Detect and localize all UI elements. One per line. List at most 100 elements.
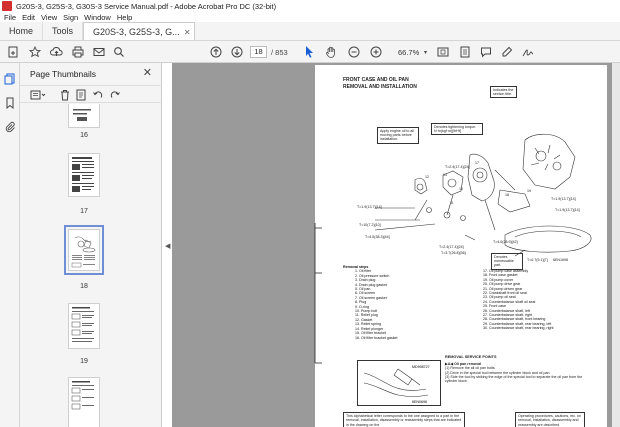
navigation-rail: [0, 63, 20, 427]
tab-tools[interactable]: Tools: [43, 22, 84, 40]
heading-line-2: REMOVAL AND INSTALLATION: [343, 83, 417, 90]
delete-page-icon[interactable]: [59, 88, 71, 102]
acrobat-app-icon: [2, 1, 12, 11]
thumbnail-page[interactable]: [68, 104, 100, 128]
legend-box-right: Operating procedures, cautions, etc. on …: [515, 412, 585, 427]
document-scrollbar[interactable]: [612, 63, 620, 427]
zoom-out-icon[interactable]: [348, 45, 360, 59]
svg-text:T=0.7(5.1)[7]: T=0.7(5.1)[7]: [527, 258, 548, 262]
removal-service-points-title: REMOVAL SERVICE POINTS: [445, 355, 497, 359]
fit-page-icon[interactable]: [437, 45, 449, 59]
removal-service-points-text: ▶A◀ Oil pan removal (1) Remove the all o…: [445, 362, 585, 383]
panel-close-icon[interactable]: ✕: [143, 66, 152, 79]
removal-steps-left: Removal steps 1. Oil filter 2. Oil press…: [343, 265, 443, 340]
select-cursor-icon[interactable]: [305, 45, 315, 59]
figure-ref-code: 6EN1698: [553, 258, 568, 262]
svg-text:T=4.0(28.9)[42]: T=4.0(28.9)[42]: [493, 240, 518, 244]
thumbnail-page[interactable]: [68, 377, 100, 427]
tab-home[interactable]: Home: [0, 22, 44, 40]
toolbar: 18 / 853 66.7% ▾: [0, 41, 620, 63]
page-up-icon[interactable]: [210, 45, 222, 59]
thumbnail-page[interactable]: [68, 303, 100, 349]
thumbnail-options-icon[interactable]: [30, 88, 46, 102]
menu-window[interactable]: Window: [81, 13, 114, 22]
menu-file[interactable]: File: [0, 13, 19, 22]
collapse-panel-arrow-icon[interactable]: ◀: [165, 242, 170, 250]
comment-icon[interactable]: [480, 45, 492, 59]
bookmarks-icon[interactable]: [4, 97, 16, 110]
thumbnail-label: 16: [80, 132, 88, 139]
svg-text:T=1.9(13.7)[14]: T=1.9(13.7)[14]: [357, 205, 382, 209]
pdf-page: FRONT CASE AND OIL PAN REMOVAL AND INSTA…: [315, 65, 607, 427]
step-item: 30. Counterbalance shaft, rear bearing, …: [483, 326, 554, 331]
thumbnail-label: 18: [80, 283, 88, 290]
menu-view[interactable]: View: [38, 13, 60, 22]
thumbnail-label: 17: [80, 208, 88, 215]
step-item: 16. Oil filter bracket gasket: [355, 335, 398, 340]
svg-text:6: 6: [451, 201, 453, 205]
panel-toolbar: [20, 85, 162, 103]
page-thumbnails-icon[interactable]: [4, 73, 16, 85]
panel-title: Page Thumbnails: [30, 69, 96, 79]
oil-pan-removal-figure: MD998727 6EN0696: [357, 360, 441, 406]
page-down-icon[interactable]: [231, 45, 243, 59]
page-number-input[interactable]: 18: [250, 46, 267, 58]
callout-indicates: Indicates the section title.: [490, 86, 517, 99]
thumbnail-page[interactable]: [68, 153, 100, 197]
upload-cloud-icon[interactable]: [50, 45, 63, 59]
tool-code: MD998727: [412, 365, 430, 369]
tab-close-icon[interactable]: ✕: [184, 28, 191, 37]
figure-code: 6EN0696: [412, 400, 427, 404]
annotation-connector-lines: [314, 223, 322, 364]
svg-text:T=2.4(17.4)[24]: T=2.4(17.4)[24]: [445, 165, 470, 169]
thumbnail-page-selected[interactable]: [64, 225, 104, 275]
menu-help[interactable]: Help: [114, 13, 135, 22]
svg-text:T=4.5(38.3)[44]: T=4.5(38.3)[44]: [365, 235, 390, 239]
svg-text:10: 10: [459, 187, 463, 191]
svg-text:T=10(7.2)[10]: T=10(7.2)[10]: [359, 223, 381, 227]
thumbnail-list: 16 17 18 19: [20, 104, 152, 427]
bookmark-star-icon[interactable]: [29, 45, 41, 59]
page-heading: FRONT CASE AND OIL PAN REMOVAL AND INSTA…: [343, 77, 417, 90]
rotate-cw-icon[interactable]: [109, 88, 121, 102]
attachments-icon[interactable]: [4, 121, 16, 133]
thumbnail-label: 19: [80, 358, 88, 365]
removal-steps-right: 17. Oil pump case assembly 18. Front cas…: [483, 269, 603, 331]
svg-text:T=1.9(13.7)[14]: T=1.9(13.7)[14]: [551, 197, 576, 201]
search-icon[interactable]: [113, 45, 125, 59]
rsp-item: (3) Side the tool by striking the edge o…: [445, 374, 583, 384]
mail-icon[interactable]: [93, 45, 105, 59]
menu-bar: File Edit View Sign Window Help: [0, 12, 620, 22]
tab-bar: Home Tools G20S-3, G25S-3, G... ✕: [0, 22, 620, 41]
svg-text:19: 19: [527, 189, 531, 193]
page-thumbnails-panel: Page Thumbnails ✕ 16 17 18 19: [20, 63, 179, 427]
create-pdf-icon[interactable]: [7, 45, 19, 59]
tab-document-label: G20S-3, G25S-3, G...: [93, 26, 180, 37]
zoom-dropdown-chevron-icon[interactable]: ▾: [424, 45, 427, 59]
svg-text:18: 18: [505, 193, 509, 197]
svg-text:T=1.9(13.7)[14]: T=1.9(13.7)[14]: [555, 208, 580, 212]
scroll-mode-icon[interactable]: [459, 45, 471, 59]
zoom-in-icon[interactable]: [370, 45, 382, 59]
window-title: G20S-3, G25S-3, G30S-3 Service Manual.pd…: [16, 1, 277, 11]
menu-sign[interactable]: Sign: [60, 13, 81, 22]
highlight-pen-icon[interactable]: [501, 45, 513, 59]
exploded-view-diagram: T=1.9(13.7)[14] T=10(7.2)[10] T=4.5(38.3…: [357, 133, 592, 262]
hand-tool-icon[interactable]: [325, 45, 337, 59]
document-viewer: FRONT CASE AND OIL PAN REMOVAL AND INSTA…: [172, 63, 620, 427]
legend-box-left: This alphabetical letter corresponds to …: [343, 412, 465, 427]
page-total: / 853: [271, 48, 288, 57]
print-icon[interactable]: [72, 45, 84, 59]
svg-text:T=2.4(17.4)[24]: T=2.4(17.4)[24]: [439, 245, 464, 249]
tab-document[interactable]: G20S-3, G25S-3, G... ✕: [83, 22, 195, 40]
svg-text:12: 12: [425, 175, 429, 179]
rotate-ccw-icon[interactable]: [92, 88, 104, 102]
fill-sign-icon[interactable]: [522, 45, 534, 59]
zoom-level[interactable]: 66.7%: [398, 48, 419, 57]
menu-edit[interactable]: Edit: [19, 13, 38, 22]
title-bar: G20S-3, G25S-3, G30S-3 Service Manual.pd…: [0, 0, 620, 12]
svg-text:17: 17: [475, 161, 479, 165]
heading-line-1: FRONT CASE AND OIL PAN: [343, 77, 409, 83]
insert-page-icon[interactable]: [75, 88, 87, 102]
svg-text:T=3.7(26.8)[36]: T=3.7(26.8)[36]: [441, 251, 466, 255]
